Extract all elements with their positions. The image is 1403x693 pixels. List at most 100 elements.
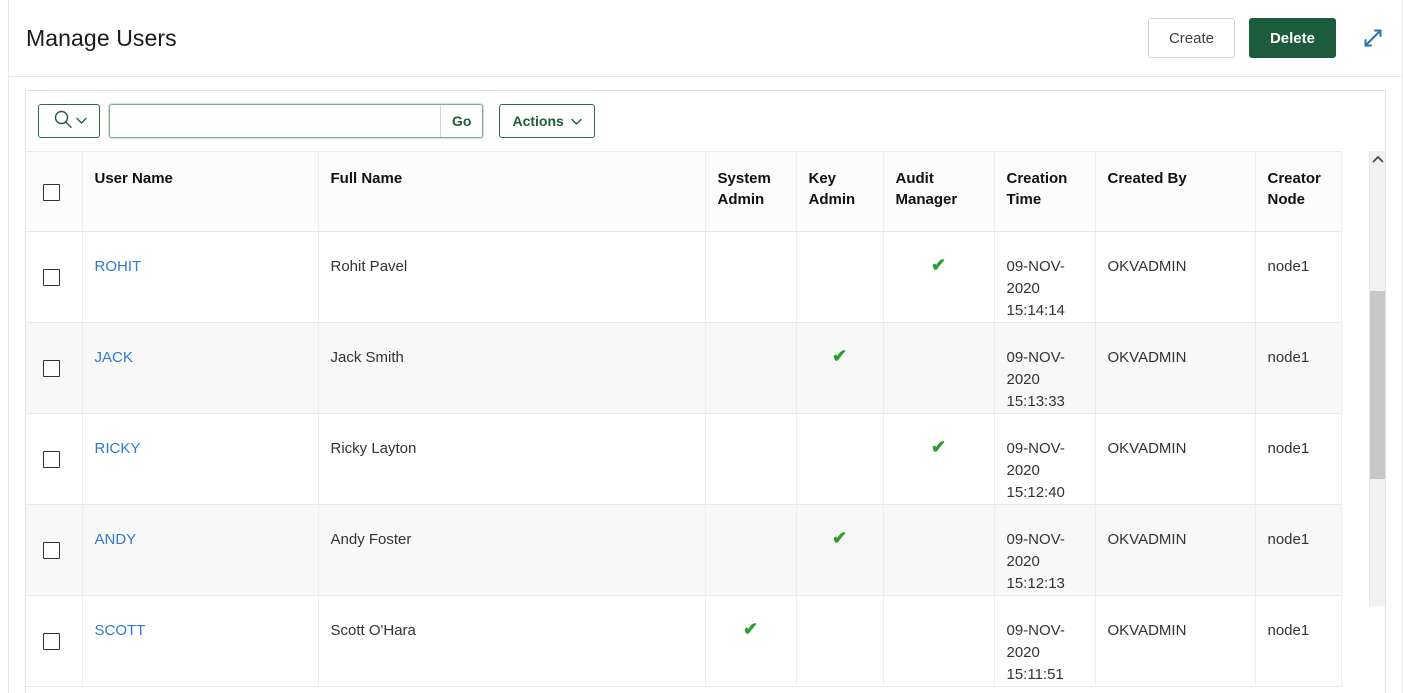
interactive-report-region: Go Actions bbox=[25, 90, 1386, 693]
column-header-creation-time[interactable]: Creation Time bbox=[994, 152, 1095, 232]
row-select-checkbox[interactable] bbox=[43, 360, 60, 377]
cell-created-by: OKVADMIN bbox=[1095, 323, 1255, 414]
cell-creation-time: 09-NOV-2020 15:13:33 bbox=[994, 323, 1095, 414]
cell-creator-node: node1 bbox=[1255, 323, 1341, 414]
cell-full-name: Jack Smith bbox=[318, 323, 705, 414]
cell-creation-time: 09-NOV-2020 15:12:40 bbox=[994, 414, 1095, 505]
cell-creator-node: node1 bbox=[1255, 596, 1341, 687]
select-all-header bbox=[26, 152, 82, 232]
cell-creator-node: node1 bbox=[1255, 232, 1341, 323]
scroll-up-button[interactable] bbox=[1370, 151, 1385, 168]
table-row: ANDY Andy Foster ✔ 09-NOV-2020 15:12:13OKVA… bbox=[26, 505, 1341, 596]
cell-full-name: Andy Foster bbox=[318, 505, 705, 596]
table-row: JACK Jack Smith ✔ 09-NOV-2020 15:13:33OKVAD… bbox=[26, 323, 1341, 414]
row-select-cell bbox=[26, 323, 82, 414]
cell-creation-time: 09-NOV-2020 15:14:14 bbox=[994, 232, 1095, 323]
manage-users-page: Manage Users Create Delete bbox=[0, 0, 1403, 693]
table-body: ROHITRohit Pavel✔09-NOV-2020 15:14:14OKV… bbox=[26, 232, 1341, 687]
table-row: SCOTT Scott O'Hara ✔ 09-NOV-2020 15:11:51OK… bbox=[26, 596, 1341, 687]
user-name-link[interactable]: ANDY bbox=[95, 531, 137, 548]
header-actions: Create Delete bbox=[1148, 18, 1390, 58]
region-body: Go Actions bbox=[9, 77, 1402, 693]
check-icon: ✔ bbox=[743, 620, 758, 638]
search-input[interactable] bbox=[110, 105, 440, 137]
column-header-created-by[interactable]: Created By bbox=[1095, 152, 1255, 232]
page-header: Manage Users Create Delete bbox=[9, 0, 1402, 77]
search-icon bbox=[52, 108, 74, 135]
chevron-down-icon bbox=[76, 112, 87, 130]
table-header-row: User Name Full Name System Admin Key Adm… bbox=[26, 152, 1341, 232]
column-header-creator-node[interactable]: Creator Node bbox=[1255, 152, 1341, 232]
check-icon: ✔ bbox=[931, 256, 946, 274]
check-icon: ✔ bbox=[832, 529, 847, 547]
delete-button[interactable]: Delete bbox=[1249, 18, 1336, 58]
users-grid-wrapper: User Name Full Name System Admin Key Adm… bbox=[26, 151, 1385, 687]
actions-button[interactable]: Actions bbox=[499, 104, 594, 138]
column-header-full-name[interactable]: Full Name bbox=[318, 152, 705, 232]
cell-user-name: SCOTT bbox=[82, 596, 318, 687]
cell-user-name: JACK bbox=[82, 323, 318, 414]
cell-system-admin: ✔ bbox=[705, 596, 796, 687]
user-name-link[interactable]: RICKY bbox=[95, 440, 141, 457]
table-row: RICKY Ricky Layton ✔ 09-NOV-2020 15:12:40OK… bbox=[26, 414, 1341, 505]
user-name-link[interactable]: ROHIT bbox=[95, 258, 142, 275]
actions-button-label: Actions bbox=[512, 113, 563, 129]
column-header-audit-manager[interactable]: Audit Manager bbox=[883, 152, 994, 232]
cell-creator-node: node1 bbox=[1255, 505, 1341, 596]
row-select-checkbox[interactable] bbox=[43, 542, 60, 559]
scrollbar-thumb[interactable] bbox=[1370, 291, 1385, 479]
cell-key-admin bbox=[796, 596, 883, 687]
row-select-checkbox[interactable] bbox=[43, 451, 60, 468]
cell-system-admin bbox=[705, 323, 796, 414]
vertical-scrollbar[interactable] bbox=[1369, 151, 1385, 606]
cell-user-name: RICKY bbox=[82, 414, 318, 505]
user-name-link[interactable]: JACK bbox=[95, 349, 133, 366]
page-card: Manage Users Create Delete bbox=[8, 0, 1403, 693]
cell-created-by: OKVADMIN bbox=[1095, 505, 1255, 596]
cell-full-name: Ricky Layton bbox=[318, 414, 705, 505]
expand-diagonal-icon[interactable] bbox=[1356, 21, 1390, 55]
row-select-cell bbox=[26, 505, 82, 596]
cell-key-admin: ✔ bbox=[796, 323, 883, 414]
cell-system-admin bbox=[705, 505, 796, 596]
cell-full-name: Rohit Pavel bbox=[318, 232, 705, 323]
chevron-up-icon bbox=[1372, 151, 1384, 169]
row-select-checkbox[interactable] bbox=[43, 633, 60, 650]
create-button[interactable]: Create bbox=[1148, 18, 1235, 58]
row-select-cell bbox=[26, 232, 82, 323]
cell-created-by: OKVADMIN bbox=[1095, 232, 1255, 323]
cell-key-admin bbox=[796, 232, 883, 323]
row-select-cell bbox=[26, 596, 82, 687]
cell-created-by: OKVADMIN bbox=[1095, 414, 1255, 505]
table-header: User Name Full Name System Admin Key Adm… bbox=[26, 152, 1341, 232]
cell-created-by: OKVADMIN bbox=[1095, 596, 1255, 687]
cell-creator-node: node1 bbox=[1255, 414, 1341, 505]
column-header-user-name[interactable]: User Name bbox=[82, 152, 318, 232]
user-name-link[interactable]: SCOTT bbox=[95, 622, 146, 639]
search-toolbar: Go Actions bbox=[26, 91, 1385, 151]
select-all-checkbox[interactable] bbox=[43, 184, 60, 201]
cell-user-name: ROHIT bbox=[82, 232, 318, 323]
chevron-down-icon bbox=[571, 113, 582, 129]
cell-system-admin bbox=[705, 232, 796, 323]
cell-audit-manager bbox=[883, 505, 994, 596]
users-table: User Name Full Name System Admin Key Adm… bbox=[26, 151, 1342, 687]
go-button[interactable]: Go bbox=[440, 105, 482, 137]
row-select-checkbox[interactable] bbox=[43, 269, 60, 286]
cell-audit-manager: ✔ bbox=[883, 414, 994, 505]
cell-creation-time: 09-NOV-2020 15:12:13 bbox=[994, 505, 1095, 596]
column-header-key-admin[interactable]: Key Admin bbox=[796, 152, 883, 232]
cell-system-admin bbox=[705, 414, 796, 505]
cell-audit-manager bbox=[883, 323, 994, 414]
cell-user-name: ANDY bbox=[82, 505, 318, 596]
search-field-group: Go bbox=[109, 104, 483, 138]
check-icon: ✔ bbox=[931, 438, 946, 456]
table-row: ROHIT Rohit Pavel ✔ 09-NOV-2020 15:14:14OKV… bbox=[26, 232, 1341, 323]
cell-full-name: Scott O'Hara bbox=[318, 596, 705, 687]
column-header-system-admin[interactable]: System Admin bbox=[705, 152, 796, 232]
cell-key-admin bbox=[796, 414, 883, 505]
cell-audit-manager bbox=[883, 596, 994, 687]
search-column-selector[interactable] bbox=[38, 104, 100, 138]
cell-creation-time: 09-NOV-2020 15:11:51 bbox=[994, 596, 1095, 687]
cell-key-admin: ✔ bbox=[796, 505, 883, 596]
